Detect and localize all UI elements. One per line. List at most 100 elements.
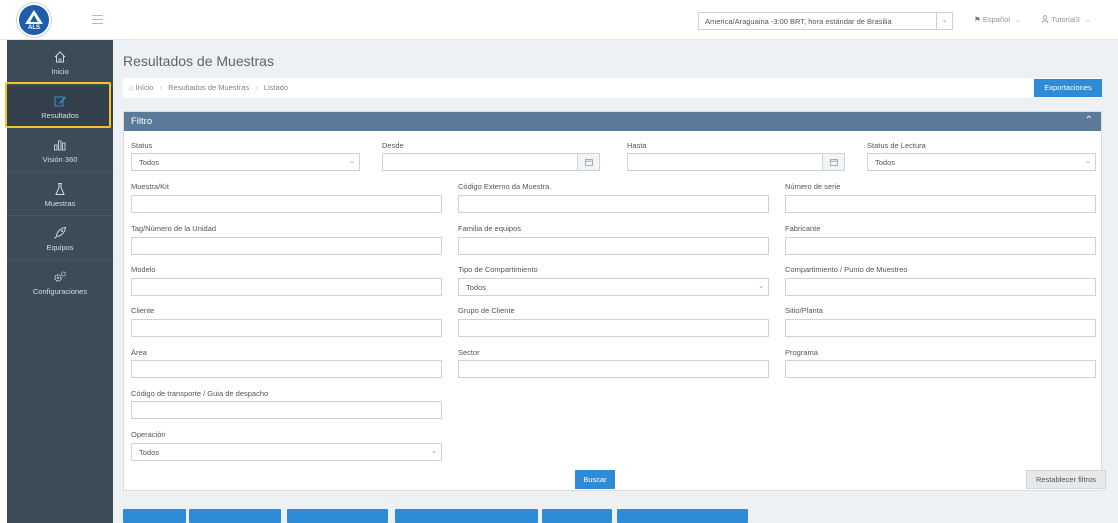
results-action-bar: [123, 509, 823, 523]
breadcrumb: ⌂ Início › Resultados de Muestras › List…: [123, 78, 1102, 98]
chevron-up-icon[interactable]: ⌃: [1085, 115, 1093, 126]
codigo-transporte-input[interactable]: [131, 401, 442, 419]
codigo-externo-input[interactable]: [458, 195, 769, 213]
status-label: Status: [131, 141, 153, 150]
language-label: Español: [982, 15, 1010, 24]
exportaciones-button[interactable]: Exportaciones: [1034, 79, 1102, 97]
codigo-transporte-label: Código de transporte / Guia de despacho: [131, 389, 269, 398]
muestra-kit-label: Muestra/Kit: [131, 182, 169, 191]
sidebar-item-label: Visión 360: [42, 154, 78, 164]
operacion-select[interactable]: Todos ⌄: [131, 443, 442, 461]
tag-unidad-input[interactable]: [131, 237, 442, 255]
modelo-input[interactable]: [131, 278, 442, 296]
action-button[interactable]: [542, 509, 612, 523]
sidebar-item-muestras[interactable]: Muestras: [7, 174, 113, 216]
breadcrumb-link-inicio[interactable]: Início: [136, 83, 154, 92]
area-label: Área: [131, 348, 147, 357]
chevron-down-icon: ⌄: [936, 13, 952, 29]
programa-input[interactable]: [785, 360, 1096, 378]
bar-chart-icon: [54, 140, 66, 150]
operacion-label: Operación: [131, 430, 166, 439]
cliente-input[interactable]: [131, 319, 442, 337]
calendar-icon[interactable]: [577, 154, 599, 170]
action-button[interactable]: [287, 509, 388, 523]
breadcrumb-separator-icon: ›: [255, 83, 258, 92]
grupo-cliente-label: Grupo de Cliente: [458, 306, 515, 315]
sidebar-item-label: Muestras: [44, 198, 76, 208]
rocket-icon: [54, 226, 67, 239]
menu-toggle-icon[interactable]: [92, 15, 103, 24]
breadcrumb-current: Listado: [263, 83, 288, 92]
compartimiento-punto-input[interactable]: [785, 278, 1096, 296]
muestra-kit-input[interactable]: [131, 195, 442, 213]
app-window: ALS America/Araguaina -3:00 BRT, hora es…: [0, 0, 1118, 523]
sector-label: Sector: [458, 348, 480, 357]
language-menu[interactable]: ⚑ Español ⌄: [974, 15, 1021, 24]
desde-date-input[interactable]: [382, 153, 600, 171]
compartimiento-punto-label: Compartimiento / Punto de Muestreo: [785, 265, 908, 274]
hasta-label: Hasta: [627, 141, 647, 150]
home-icon: ⌂: [129, 83, 134, 92]
action-button[interactable]: [617, 509, 748, 523]
user-menu[interactable]: Tutorial3 ⌄: [1041, 15, 1091, 24]
breadcrumb-link-resultados[interactable]: Resultados de Muestras: [168, 83, 249, 92]
tag-unidad-label: Tag/Número de la Unidad: [131, 224, 217, 233]
sitio-planta-label: Sitio/Planta: [785, 306, 823, 315]
logo-mountain-icon: [25, 10, 43, 24]
timezone-select[interactable]: America/Araguaina -3:00 BRT, hora estánd…: [698, 12, 953, 30]
sidebar-item-label: Equipos: [46, 242, 74, 252]
main-content: Resultados de Muestras ⌂ Início › Result…: [113, 40, 1118, 523]
numero-serie-label: Número de serie: [785, 182, 841, 191]
hasta-date-input[interactable]: [627, 153, 845, 171]
numero-serie-input[interactable]: [785, 195, 1096, 213]
sidebar-item-label: Configuraciones: [32, 287, 88, 296]
codigo-externo-label: Código Externo da Muestra.: [458, 182, 552, 191]
flask-icon: [55, 182, 65, 195]
gears-icon: [54, 271, 67, 282]
grupo-cliente-input[interactable]: [458, 319, 769, 337]
breadcrumb-separator-icon: ›: [159, 83, 163, 92]
desde-label: Desde: [382, 141, 404, 150]
chevron-down-icon: ⌄: [349, 158, 355, 165]
calendar-icon[interactable]: [822, 154, 844, 170]
als-logo[interactable]: ALS: [17, 3, 51, 37]
action-button[interactable]: [189, 509, 281, 523]
sidebar-item-equipos[interactable]: Equipos: [7, 218, 113, 260]
operacion-value: Todos: [139, 448, 160, 457]
flag-icon: ⚑: [974, 15, 981, 24]
page-title: Resultados de Muestras: [123, 53, 274, 69]
modelo-label: Modelo: [131, 265, 156, 274]
home-icon: [54, 50, 66, 62]
status-lectura-select[interactable]: Todos ⌄: [867, 153, 1096, 171]
restablecer-filtros-button[interactable]: Restablecer filtros: [1026, 470, 1106, 489]
buscar-button[interactable]: Buscar: [575, 470, 615, 489]
sitio-planta-input[interactable]: [785, 319, 1096, 337]
user-icon: [1041, 15, 1049, 23]
programa-label: Programa: [785, 348, 818, 357]
fabricante-input[interactable]: [785, 237, 1096, 255]
user-name: Tutorial3: [1050, 15, 1080, 24]
tipo-compartimiento-select[interactable]: Todos ⌄: [458, 278, 769, 296]
selection-highlight: [5, 82, 111, 128]
filter-panel-header[interactable]: Filtro ⌃: [124, 112, 1101, 131]
status-value: Todos: [139, 158, 160, 167]
sidebar-item-configuraciones[interactable]: Configuraciones: [7, 262, 113, 304]
action-button[interactable]: [395, 509, 538, 523]
area-input[interactable]: [131, 360, 442, 378]
action-button[interactable]: [123, 509, 186, 523]
familia-equipos-input[interactable]: [458, 237, 769, 255]
timezone-value: America/Araguaina -3:00 BRT, hora estánd…: [705, 17, 892, 26]
filter-panel: Filtro ⌃ Status Todos ⌄ Desde Hasta Stat…: [123, 111, 1106, 491]
sidebar-item-vision-360[interactable]: Visión 360: [7, 130, 113, 172]
chevron-down-icon: ⌄: [758, 283, 764, 290]
chevron-down-icon: ⌄: [431, 448, 437, 455]
status-lectura-label: Status de Lectura: [867, 141, 926, 150]
sector-input[interactable]: [458, 360, 769, 378]
filter-title: Filtro: [131, 116, 153, 127]
chevron-down-icon: ⌄: [1085, 158, 1091, 165]
sidebar-item-inicio[interactable]: Inicio: [7, 42, 113, 84]
top-bar: ALS America/Araguaina -3:00 BRT, hora es…: [0, 0, 1118, 40]
tipo-compartimiento-label: Tipo de Compartimiento: [458, 265, 538, 274]
logo-text: ALS: [28, 25, 40, 31]
status-select[interactable]: Todos ⌄: [131, 153, 360, 171]
